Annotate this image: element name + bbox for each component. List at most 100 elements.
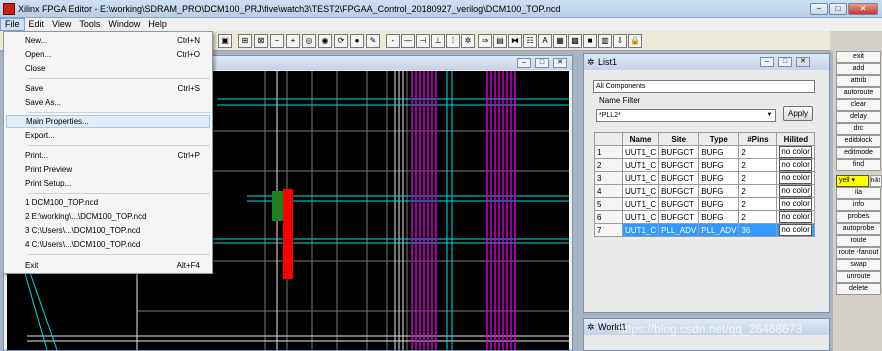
crossover-icon[interactable]: ⧓ [508, 34, 522, 48]
zoom-select-icon[interactable]: ⊠ [254, 34, 268, 48]
hilite-color-select[interactable]: no color [779, 198, 812, 210]
close-button[interactable]: ✕ [848, 2, 878, 15]
graph-icon[interactable]: ☷ [523, 34, 537, 48]
table-row[interactable]: 2 UUT1_C BUFGCT BUFG 2 no color [594, 158, 816, 172]
menu-new[interactable]: New... Ctrl+N [6, 34, 210, 47]
menu-save-as[interactable]: Save As... [6, 96, 210, 109]
gear-icon[interactable]: ✲ [461, 34, 475, 48]
grid-icon[interactable]: ⁞ [446, 34, 460, 48]
menu-view[interactable]: View [48, 18, 75, 31]
hilite-color-select[interactable]: no color [779, 185, 812, 197]
minimize-button[interactable]: – [810, 2, 828, 15]
route-icon[interactable]: ⇒ [478, 34, 492, 48]
menu-recent-3[interactable]: 3 C:\Users\...\DCM100_TOP.ncd [6, 224, 210, 237]
components-combo[interactable]: All Components [593, 80, 815, 93]
table-row[interactable]: 4 UUT1_C BUFGCT BUFG 2 no color [594, 184, 816, 198]
menu-recent-4[interactable]: 4 C:\Users\...\DCM100_TOP.ncd [6, 238, 210, 251]
highlight-color-select[interactable]: yell ▾ [836, 175, 869, 187]
refresh-icon[interactable]: ⟳ [334, 34, 348, 48]
menu-save[interactable]: Save Ctrl+S [6, 82, 210, 95]
list-close-button[interactable]: ✕ [796, 57, 810, 67]
cmd-hilit[interactable]: hilit [870, 175, 882, 187]
array-close-button[interactable]: ✕ [553, 58, 567, 68]
hilite-color-select[interactable]: no color [779, 211, 812, 223]
menu-open[interactable]: Open... Ctrl+O [6, 48, 210, 61]
cmd-find[interactable]: find [836, 159, 881, 171]
probe-icon[interactable]: ⇩ [613, 34, 627, 48]
hline-icon[interactable]: - [386, 34, 400, 48]
hilite-color-select[interactable]: no color [779, 172, 812, 184]
macro-icon[interactable]: ▦ [553, 34, 567, 48]
wire-icon[interactable]: ⊥ [431, 34, 445, 48]
hilite-color-select[interactable]: no color [779, 224, 812, 236]
cmd-add[interactable]: add [836, 63, 881, 75]
menu-close[interactable]: Close [6, 62, 210, 75]
tile-icon[interactable]: ▥ [598, 34, 612, 48]
col-hilited[interactable]: Hilited [776, 132, 816, 146]
menu-file[interactable]: File [0, 18, 25, 31]
menu-edit[interactable]: Edit [25, 18, 49, 31]
cmd-route-fanout[interactable]: route -fanout [836, 247, 881, 259]
cmd-unroute[interactable]: unroute [836, 271, 881, 283]
zoom-fit-icon[interactable]: ⊞ [238, 34, 252, 48]
menu-recent-2[interactable]: 2 E:\working\...\DCM100_TOP.ncd [6, 210, 210, 223]
menu-export[interactable]: Export... [6, 129, 210, 142]
cmd-exit[interactable]: exit [836, 51, 881, 63]
hilite-color-select[interactable]: no color [779, 146, 812, 158]
table-row-selected[interactable]: 7 UUT1_C PLL_ADV PLL_ADV 36 no color [594, 223, 816, 237]
apply-button[interactable]: Apply [783, 106, 813, 121]
col-name[interactable]: Name [621, 132, 660, 146]
cmd-autoroute[interactable]: autoroute [836, 87, 881, 99]
zoom-box-icon[interactable]: ▣ [218, 34, 232, 48]
cmd-delete[interactable]: delete [836, 283, 881, 295]
zoom-previous-icon[interactable]: ◉ [318, 34, 332, 48]
cmd-drc[interactable]: drc [836, 123, 881, 135]
cmd-route[interactable]: route [836, 235, 881, 247]
chevron-down-icon[interactable]: ▼ [765, 111, 774, 120]
array-restore-button[interactable]: □ [535, 58, 549, 68]
col-type[interactable]: Type [698, 132, 740, 146]
name-filter-combo[interactable]: *PLL2* ▼ [596, 109, 776, 122]
block-icon[interactable]: ▩ [568, 34, 582, 48]
array-minimize-button[interactable]: – [517, 58, 531, 68]
table-row[interactable]: 1 UUT1_C BUFGCT BUFG 2 no color [594, 145, 816, 159]
lock-icon[interactable]: 🔒 [628, 34, 642, 48]
cmd-info[interactable]: info [836, 199, 881, 211]
table-row[interactable]: 5 UUT1_C BUFGCT BUFG 2 no color [594, 197, 816, 211]
site-icon[interactable]: ■ [583, 34, 597, 48]
cmd-attrib[interactable]: attrib [836, 75, 881, 87]
zoom-out-icon[interactable]: − [270, 34, 284, 48]
cmd-editmode[interactable]: editmode [836, 147, 881, 159]
menu-print-preview[interactable]: Print Preview [6, 163, 210, 176]
menu-exit[interactable]: Exit Alt+F4 [6, 259, 210, 272]
menu-main-properties[interactable]: Main Properties... [6, 115, 210, 128]
text-icon[interactable]: A [538, 34, 552, 48]
maximize-button[interactable]: □ [829, 2, 847, 15]
edit-tool-icon[interactable]: ✎ [366, 34, 380, 48]
layers-icon[interactable]: ▤ [493, 34, 507, 48]
line-icon[interactable]: — [401, 34, 415, 48]
menu-recent-1[interactable]: 1 DCM100_TOP.ncd [6, 196, 210, 209]
col-pins[interactable]: #Pins [738, 132, 778, 146]
pin-icon[interactable]: ⊣ [416, 34, 430, 48]
table-row[interactable]: 6 UUT1_C BUFGCT BUFG 2 no color [594, 210, 816, 224]
menu-print-setup[interactable]: Print Setup... [6, 177, 210, 190]
cmd-clear[interactable]: clear [836, 99, 881, 111]
list-minimize-button[interactable]: – [760, 57, 774, 67]
cmd-editblock[interactable]: editblock [836, 135, 881, 147]
menu-help[interactable]: Help [144, 18, 171, 31]
cmd-swap[interactable]: swap [836, 259, 881, 271]
zoom-area-icon[interactable]: ◎ [302, 34, 316, 48]
zoom-in-icon[interactable]: + [286, 34, 300, 48]
cmd-delay[interactable]: delay [836, 111, 881, 123]
table-row[interactable]: 3 UUT1_C BUFGCT BUFG 2 no color [594, 171, 816, 185]
cmd-probes[interactable]: probes [836, 211, 881, 223]
col-site[interactable]: Site [658, 132, 700, 146]
cmd-autoprobe[interactable]: autoprobe [836, 223, 881, 235]
menu-tools[interactable]: Tools [75, 18, 104, 31]
cmd-ila[interactable]: ila [836, 187, 881, 199]
menu-print[interactable]: Print... Ctrl+P [6, 149, 210, 162]
stop-icon[interactable]: ● [350, 34, 364, 48]
menu-window[interactable]: Window [104, 18, 144, 31]
list-restore-button[interactable]: □ [778, 57, 792, 67]
